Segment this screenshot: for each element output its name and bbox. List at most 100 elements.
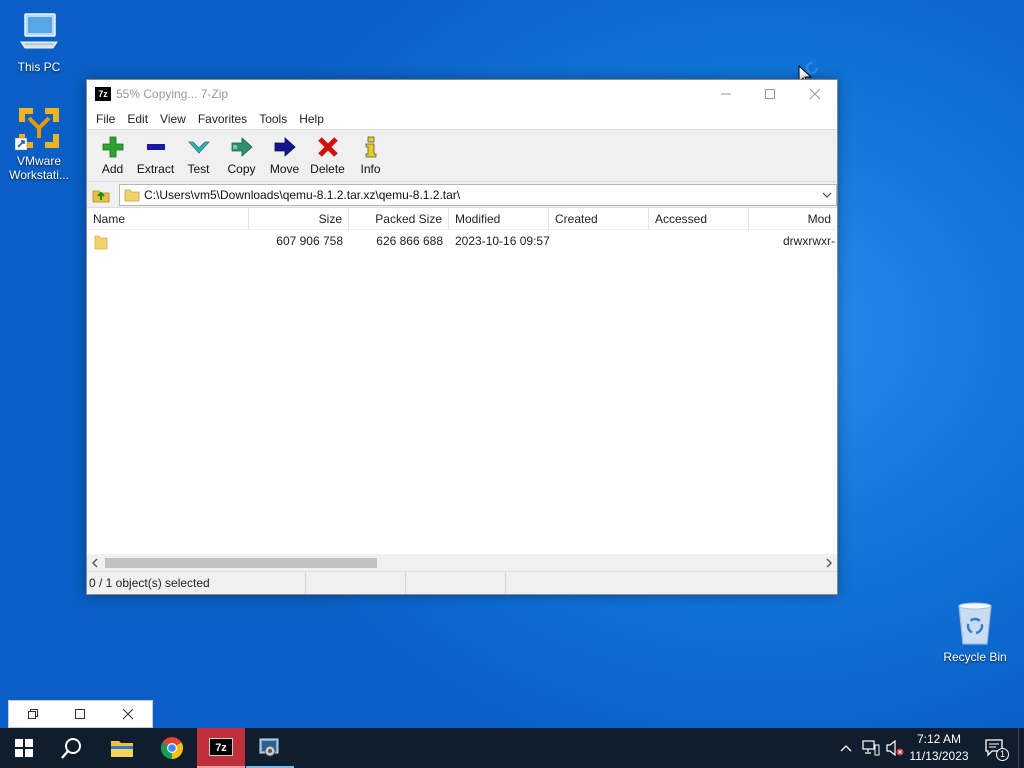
- status-pane-4: [506, 572, 837, 594]
- scroll-right-icon[interactable]: [825, 558, 833, 568]
- info-button[interactable]: Info: [349, 130, 392, 180]
- close-icon[interactable]: [122, 708, 134, 720]
- menu-help[interactable]: Help: [293, 112, 330, 126]
- file-explorer-icon: [111, 741, 133, 757]
- volume-button[interactable]: [884, 728, 906, 768]
- add-label: Add: [101, 162, 124, 176]
- desktop-icon-label: VMware Workstati...: [9, 154, 69, 182]
- vmware-tools-icon: [259, 738, 279, 757]
- desktop-icon-this-pc[interactable]: This PC: [1, 10, 77, 74]
- window-title: 55% Copying... 7-Zip: [116, 87, 229, 101]
- minus-icon: [144, 136, 168, 158]
- delete-x-icon: [316, 136, 340, 158]
- column-header-accessed[interactable]: Accessed: [649, 208, 749, 230]
- close-button[interactable]: [792, 80, 838, 108]
- desktop-icon-label: Recycle Bin: [943, 650, 1007, 664]
- up-folder-button[interactable]: [91, 185, 111, 205]
- file-list[interactable]: Name Size Packed Size Modified Created A…: [87, 208, 837, 554]
- clock-time: 7:12 AM: [916, 732, 962, 746]
- scroll-left-icon[interactable]: [91, 558, 99, 568]
- recycle-bin-icon: [951, 600, 999, 648]
- maximize-button[interactable]: [747, 80, 793, 108]
- mini-window-controls: [8, 700, 153, 728]
- file-list-header: Name Size Packed Size Modified Created A…: [87, 208, 837, 230]
- computer-icon: [15, 10, 63, 58]
- checkmark-icon: [187, 136, 211, 158]
- taskbar: 7z 7:12 AM 11/13/2023 1: [0, 728, 1024, 768]
- move-label: Move: [269, 162, 300, 176]
- row-packed-size: 626 866 688: [376, 234, 443, 248]
- column-header-size[interactable]: Size: [249, 208, 349, 230]
- folder-icon: [124, 189, 140, 201]
- start-button[interactable]: [0, 728, 48, 768]
- close-icon: [809, 88, 821, 100]
- delete-button[interactable]: Delete: [306, 130, 349, 180]
- address-field[interactable]: C:\Users\vm5\Downloads\qemu-8.1.2.tar.xz…: [119, 183, 837, 206]
- restore-icon[interactable]: [27, 708, 39, 720]
- title-bar[interactable]: 7z 55% Copying... 7-Zip: [87, 80, 837, 108]
- file-list-row[interactable]: 607 906 758 626 866 688 2023-10-16 09:57…: [87, 230, 837, 252]
- 7zip-taskbar-icon: 7z: [209, 738, 233, 756]
- notification-count-badge: 1: [996, 748, 1009, 761]
- action-center-button[interactable]: 1: [980, 728, 1010, 768]
- maximize-icon[interactable]: [74, 708, 86, 720]
- menu-edit[interactable]: Edit: [121, 112, 154, 126]
- row-modified: 2023-10-16 09:57: [455, 234, 550, 248]
- column-header-mode[interactable]: Mod: [749, 208, 837, 230]
- delete-label: Delete: [310, 162, 345, 176]
- address-path: C:\Users\vm5\Downloads\qemu-8.1.2.tar.xz…: [144, 187, 461, 202]
- column-header-modified[interactable]: Modified: [449, 208, 549, 230]
- menu-view[interactable]: View: [154, 112, 192, 126]
- show-hidden-icons-button[interactable]: [836, 728, 856, 768]
- search-icon: [61, 738, 81, 759]
- copy-label: Copy: [227, 162, 256, 176]
- test-button[interactable]: Test: [177, 130, 220, 180]
- copy-button[interactable]: Copy: [220, 130, 263, 180]
- row-mode: drwxrwxr-: [783, 234, 835, 248]
- horizontal-scrollbar[interactable]: [87, 554, 837, 571]
- network-button[interactable]: [860, 728, 882, 768]
- desktop-icon-label: This PC: [17, 60, 61, 74]
- status-pane-3: [406, 572, 506, 594]
- plus-icon: [101, 136, 125, 158]
- menu-bar: File Edit View Favorites Tools Help: [87, 108, 837, 130]
- copy-arrow-icon: [230, 136, 254, 158]
- taskbar-chrome[interactable]: [148, 728, 196, 768]
- menu-file[interactable]: File: [90, 112, 121, 126]
- 7zip-app-icon: 7z: [95, 87, 111, 101]
- taskbar-7zip[interactable]: 7z: [197, 728, 245, 768]
- menu-tools[interactable]: Tools: [253, 112, 293, 126]
- address-bar: C:\Users\vm5\Downloads\qemu-8.1.2.tar.xz…: [87, 182, 837, 208]
- toolbar: Add Extract Test Copy Move Delete Info: [87, 130, 837, 182]
- status-bar: 0 / 1 object(s) selected: [87, 571, 837, 594]
- extract-label: Extract: [136, 162, 175, 176]
- move-button[interactable]: Move: [263, 130, 306, 180]
- info-label: Info: [360, 162, 381, 176]
- windows-logo-icon: [15, 739, 33, 757]
- extract-button[interactable]: Extract: [134, 130, 177, 180]
- info-icon: [359, 136, 383, 158]
- desktop-icon-vmware[interactable]: VMware Workstati...: [1, 104, 77, 182]
- taskbar-clock[interactable]: 7:12 AM 11/13/2023: [904, 731, 974, 765]
- move-arrow-icon: [273, 136, 297, 158]
- status-selection: 0 / 1 object(s) selected: [87, 572, 306, 594]
- scrollbar-thumb[interactable]: [105, 558, 377, 568]
- taskbar-vmware-tools[interactable]: [246, 728, 294, 768]
- 7zip-window: 7z 55% Copying... 7-Zip File Edit View F…: [86, 79, 838, 595]
- show-desktop-button[interactable]: [1018, 728, 1024, 768]
- address-dropdown-button[interactable]: [820, 188, 834, 202]
- maximize-icon: [765, 89, 775, 99]
- chrome-icon: [161, 737, 183, 759]
- minimize-button[interactable]: [703, 80, 749, 108]
- column-header-created[interactable]: Created: [549, 208, 649, 230]
- column-header-name[interactable]: Name: [87, 208, 249, 230]
- desktop-icon-recycle-bin[interactable]: Recycle Bin: [937, 600, 1013, 664]
- volume-muted-icon: [886, 740, 904, 756]
- vmware-icon: [14, 104, 63, 152]
- menu-favorites[interactable]: Favorites: [192, 112, 253, 126]
- column-header-packed-size[interactable]: Packed Size: [349, 208, 449, 230]
- add-button[interactable]: Add: [91, 130, 134, 180]
- taskbar-file-explorer[interactable]: [98, 728, 146, 768]
- search-button[interactable]: [48, 728, 96, 768]
- chevron-down-icon: [822, 192, 832, 198]
